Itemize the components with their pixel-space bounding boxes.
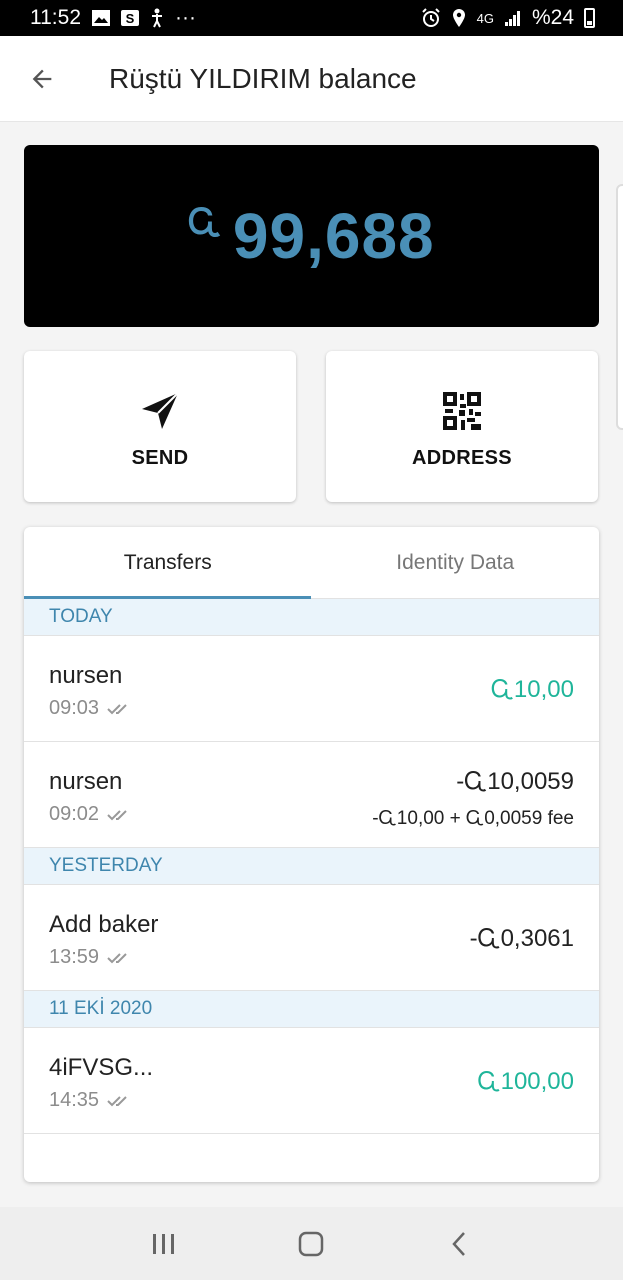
tx-amount: -Ꮹ10,0059 (456, 768, 574, 795)
tx-name: nursen (49, 662, 123, 689)
send-icon (140, 389, 180, 433)
tx-time-group: 14:35 (49, 1089, 131, 1112)
status-overflow-dots: ··· (175, 6, 196, 29)
tx-time-group: 09:03 (49, 697, 131, 720)
currency-symbol: Ꮹ (188, 203, 221, 241)
double-check-icon (107, 809, 127, 820)
transfers-panel: Transfers Identity Data TODAY nursen 09:… (24, 527, 599, 1182)
double-check-icon (107, 703, 127, 714)
address-label: ADDRESS (412, 447, 512, 469)
tx-amount: Ꮹ10,00 (490, 676, 574, 703)
status-time: 11:52 (30, 6, 81, 29)
transaction-row[interactable]: 4iFVSG... 14:35 Ꮹ100,00 (24, 1028, 599, 1134)
tx-amount: Ꮹ100,00 (477, 1068, 574, 1095)
status-bar-right: 4G %24 (421, 6, 595, 30)
double-check-icon (107, 952, 127, 963)
back-button[interactable] (12, 49, 72, 109)
send-label: SEND (131, 447, 189, 469)
balance-card: Ꮹ 99,688 (24, 145, 599, 327)
address-button[interactable]: ADDRESS (326, 351, 598, 502)
transaction-row[interactable]: Add baker 13:59 -Ꮹ0,3061 (24, 885, 599, 991)
double-check-icon (107, 1095, 127, 1106)
alarm-icon (421, 8, 441, 28)
image-icon (91, 9, 111, 27)
tx-time-group: 13:59 (49, 946, 131, 969)
recent-apps-button[interactable] (134, 1214, 194, 1274)
recent-apps-icon (152, 1233, 174, 1254)
tx-amount: -Ꮹ0,3061 (469, 925, 574, 952)
system-nav-bar (0, 1207, 623, 1280)
accessibility-icon (149, 8, 165, 28)
section-header-date: 11 EKİ 2020 (24, 991, 599, 1028)
tab-bar: Transfers Identity Data (24, 527, 599, 599)
tx-time: 14:35 (49, 1089, 100, 1111)
back-icon (452, 1231, 466, 1256)
battery-icon (584, 8, 595, 28)
tab-identity-data[interactable]: Identity Data (312, 527, 600, 598)
transaction-row[interactable]: nursen 09:02 -Ꮹ10,0059 -Ꮹ10,00 + Ꮹ0,0059… (24, 742, 599, 848)
status-bar: 11:52 S ··· 4G %24 (0, 0, 623, 36)
location-icon (451, 8, 467, 28)
transaction-row[interactable]: nursen 09:03 Ꮹ10,00 (24, 636, 599, 742)
tx-time: 09:02 (49, 803, 100, 825)
tx-name: nursen (49, 768, 123, 795)
tx-name: Add baker (49, 911, 159, 938)
tab-transfers[interactable]: Transfers (24, 527, 312, 598)
signal-icon (504, 9, 522, 27)
nav-back-button[interactable] (429, 1214, 489, 1274)
arrow-back-icon (32, 69, 52, 88)
tx-time-group: 09:02 (49, 803, 131, 826)
home-icon (299, 1231, 324, 1256)
network-type: 4G (476, 10, 494, 26)
tx-time: 13:59 (49, 946, 100, 968)
home-button[interactable] (281, 1214, 341, 1274)
active-tab-indicator (24, 596, 311, 599)
page-title: Rüştü YILDIRIM balance (109, 62, 417, 94)
section-header-today: TODAY (24, 599, 599, 636)
tx-name: 4iFVSG... (49, 1054, 154, 1081)
s-app-icon: S (121, 10, 139, 26)
app-bar: Rüştü YILDIRIM balance (0, 36, 623, 122)
battery-percent: %24 (531, 6, 574, 29)
qr-code-icon (443, 389, 481, 433)
balance-amount: 99,688 (232, 200, 435, 272)
section-header-yesterday: YESTERDAY (24, 848, 599, 885)
tx-fee-detail: -Ꮹ10,00 + Ꮹ0,0059 fee (372, 808, 574, 829)
adjacent-card-edge[interactable] (616, 184, 623, 430)
status-bar-left: 11:52 S ··· (30, 6, 196, 30)
send-button[interactable]: SEND (24, 351, 296, 502)
tx-time: 09:03 (49, 697, 100, 719)
